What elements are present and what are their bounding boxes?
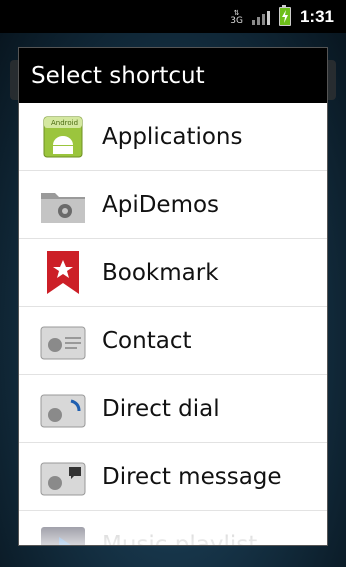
signal-strength-icon <box>251 9 270 25</box>
contact-card-icon <box>39 317 87 365</box>
select-shortcut-dialog: Select shortcut Android Applications Api… <box>19 48 327 545</box>
svg-text:Android: Android <box>51 119 78 127</box>
list-item-direct-message[interactable]: Direct message <box>19 443 327 511</box>
item-label: Direct dial <box>102 395 220 422</box>
item-label: Bookmark <box>102 259 219 286</box>
direct-dial-icon <box>39 385 87 433</box>
status-bar: ⇅ 3G 1:31 <box>0 0 346 33</box>
item-label: Direct message <box>102 463 282 490</box>
folder-gear-icon <box>39 181 87 229</box>
list-item-direct-dial[interactable]: Direct dial <box>19 375 327 443</box>
bookmark-star-icon <box>39 249 87 297</box>
shortcut-list[interactable]: Android Applications ApiDemos Bookmark C… <box>19 103 327 545</box>
item-label: Contact <box>102 327 192 354</box>
status-clock: 1:31 <box>299 6 334 26</box>
dialog-title: Select shortcut <box>19 48 327 103</box>
android-app-icon: Android <box>39 113 87 161</box>
network-type-label: 3G <box>230 15 243 26</box>
list-item-applications[interactable]: Android Applications <box>19 103 327 171</box>
list-item-music-playlist[interactable]: Music playlist <box>19 511 327 545</box>
list-item-bookmark[interactable]: Bookmark <box>19 239 327 307</box>
direct-message-icon <box>39 453 87 501</box>
list-item-contact[interactable]: Contact <box>19 307 327 375</box>
item-label: Music playlist <box>102 531 258 546</box>
list-item-apidemos[interactable]: ApiDemos <box>19 171 327 239</box>
music-playlist-icon <box>39 521 87 545</box>
item-label: ApiDemos <box>102 191 220 218</box>
item-label: Applications <box>102 123 243 150</box>
battery-charging-icon <box>278 5 291 26</box>
network-type-indicator: ⇅ 3G <box>230 9 243 26</box>
